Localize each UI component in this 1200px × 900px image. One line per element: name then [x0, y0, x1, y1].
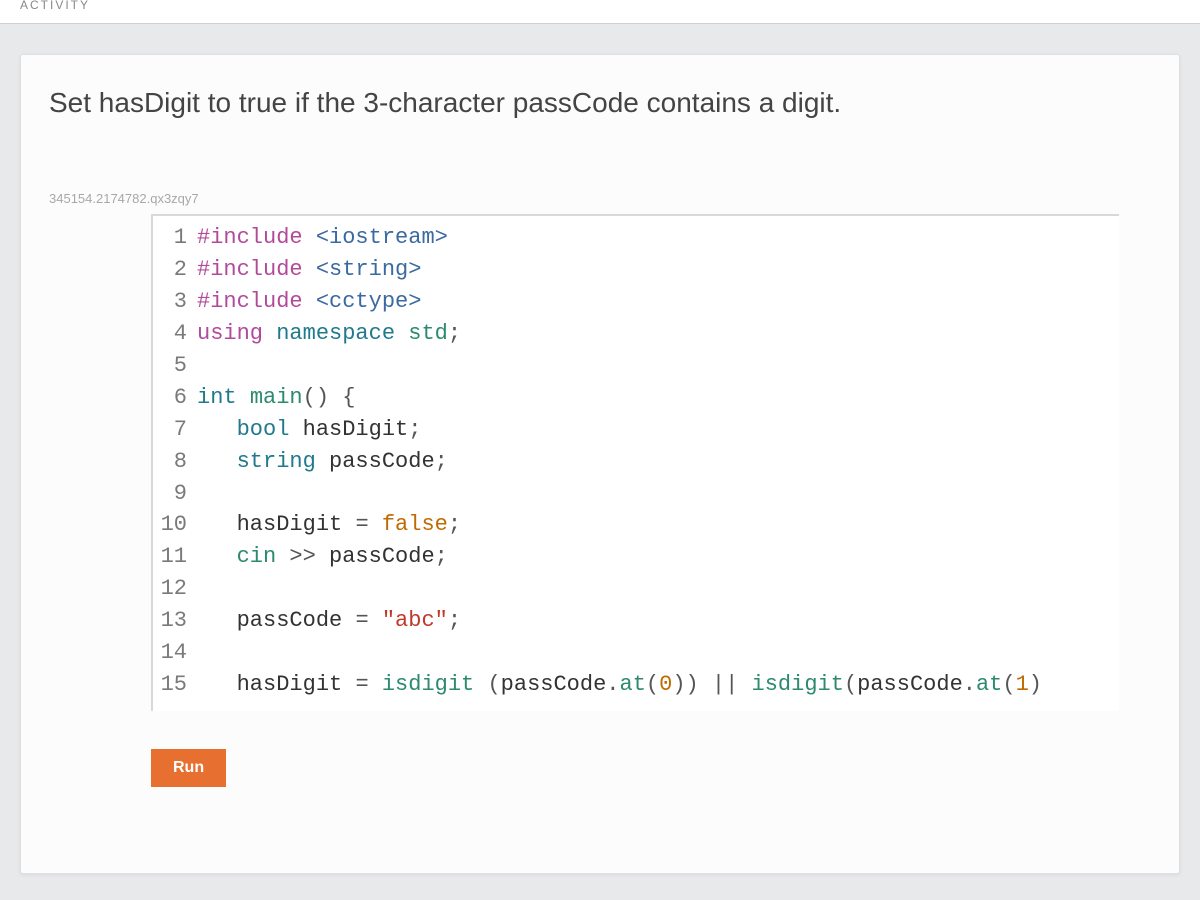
code-line[interactable]: 1#include <iostream>: [153, 222, 1119, 254]
line-number: 3: [153, 286, 197, 318]
line-number: 13: [153, 605, 197, 637]
activity-label: ACTIVITY: [20, 0, 90, 12]
code-text[interactable]: int main() {: [197, 382, 355, 414]
line-number: 5: [153, 350, 197, 382]
activity-card: Set hasDigit to true if the 3-character …: [20, 54, 1180, 874]
line-number: 12: [153, 573, 197, 605]
line-number: 9: [153, 478, 197, 510]
code-line[interactable]: 6int main() {: [153, 382, 1119, 414]
code-line[interactable]: 12: [153, 573, 1119, 605]
line-number: 7: [153, 414, 197, 446]
code-text[interactable]: passCode = "abc";: [197, 605, 461, 637]
code-line[interactable]: 2#include <string>: [153, 254, 1119, 286]
line-number: 10: [153, 509, 197, 541]
code-line[interactable]: 15 hasDigit = isdigit (passCode.at(0)) |…: [153, 669, 1119, 701]
code-line[interactable]: 10 hasDigit = false;: [153, 509, 1119, 541]
line-number: 11: [153, 541, 197, 573]
instruction-text: Set hasDigit to true if the 3-character …: [21, 55, 1179, 131]
activity-header: ACTIVITY: [0, 0, 1200, 24]
line-number: 6: [153, 382, 197, 414]
code-editor[interactable]: 1#include <iostream>2#include <string>3#…: [151, 214, 1119, 710]
code-text[interactable]: #include <cctype>: [197, 286, 421, 318]
code-text[interactable]: #include <iostream>: [197, 222, 448, 254]
line-number: 14: [153, 637, 197, 669]
code-line[interactable]: 9: [153, 478, 1119, 510]
line-number: 1: [153, 222, 197, 254]
code-line[interactable]: 13 passCode = "abc";: [153, 605, 1119, 637]
code-line[interactable]: 14: [153, 637, 1119, 669]
code-line[interactable]: 5: [153, 350, 1119, 382]
code-line[interactable]: 4using namespace std;: [153, 318, 1119, 350]
code-line[interactable]: 8 string passCode;: [153, 446, 1119, 478]
line-number: 8: [153, 446, 197, 478]
vignette-id: 345154.2174782.qx3zqy7: [21, 131, 1179, 214]
code-line[interactable]: 11 cin >> passCode;: [153, 541, 1119, 573]
code-text[interactable]: string passCode;: [197, 446, 448, 478]
code-line[interactable]: 7 bool hasDigit;: [153, 414, 1119, 446]
line-number: 4: [153, 318, 197, 350]
line-number: 15: [153, 669, 197, 701]
code-text[interactable]: using namespace std;: [197, 318, 461, 350]
line-number: 2: [153, 254, 197, 286]
code-text[interactable]: hasDigit = false;: [197, 509, 461, 541]
run-button[interactable]: Run: [151, 749, 226, 787]
code-line[interactable]: 3#include <cctype>: [153, 286, 1119, 318]
code-text[interactable]: #include <string>: [197, 254, 421, 286]
code-text[interactable]: bool hasDigit;: [197, 414, 421, 446]
code-text[interactable]: cin >> passCode;: [197, 541, 448, 573]
code-text[interactable]: hasDigit = isdigit (passCode.at(0)) || i…: [197, 669, 1042, 701]
